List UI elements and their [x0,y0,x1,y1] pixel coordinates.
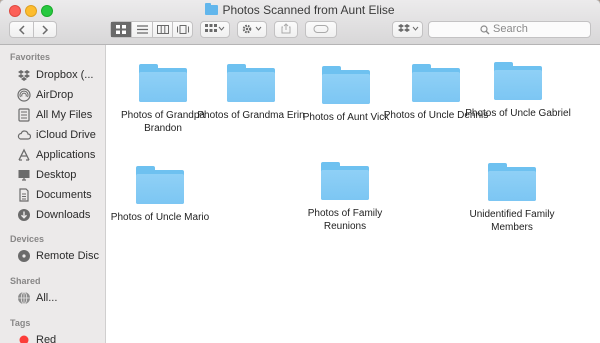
sidebar-item-label: Desktop [36,169,77,181]
folder-icon [494,62,542,100]
sidebar-item-label: AirDrop [36,89,74,101]
icon-view-button[interactable] [111,22,132,37]
gallery-view-button[interactable] [173,22,192,37]
window-title: Photos Scanned from Aunt Elise [0,3,600,17]
sidebar-item-icloud-drive[interactable]: iCloud Drive [17,126,106,144]
folder-item[interactable]: Photos of Grandma Erin [196,64,306,122]
folder-item[interactable]: Photos of Uncle Gabriel [463,62,573,120]
sidebar-item-dropbox[interactable]: Dropbox (... [17,66,106,84]
sidebar-item-label: Dropbox (... [36,69,94,81]
sidebar-item-downloads[interactable]: Downloads [17,206,106,224]
sidebar-item-applications[interactable]: Applications [17,146,106,164]
columns-icon [156,25,169,34]
applications-icon [18,148,30,161]
folder-icon [321,162,369,200]
airdrop-icon [17,88,31,102]
downloads-icon [18,209,30,221]
folder-name: Photos of Uncle Mario [110,212,210,223]
folder-name: Photos of Family Reunions [307,208,383,232]
folder-name: Photos of Uncle Gabriel [465,108,571,119]
cloud-icon [17,130,31,140]
view-mode-control [110,21,193,38]
sidebar-item-shared-all[interactable]: All... [17,289,106,307]
desktop-icon [18,170,30,181]
sidebar-item-label: All My Files [36,109,93,121]
folder-item[interactable]: Photos of Family Reunions [290,162,400,233]
toolbar: Photos Scanned from Aunt Elise Search [0,0,600,45]
chevron-left-icon [18,25,25,35]
dropbox-icon [397,24,418,32]
sidebar-item-tag-red[interactable]: Red [17,331,106,343]
cover-flow-icon [176,25,189,34]
sidebar-item-label: Red [36,334,57,343]
sidebar-heading-shared: Shared [10,276,41,286]
tags-button[interactable] [305,21,337,38]
folder-icon [205,3,219,15]
column-view-button[interactable] [153,22,173,37]
window-title-text: Photos Scanned from Aunt Elise [222,3,395,17]
sidebar-heading-devices: Devices [10,234,45,244]
sidebar-heading-tags: Tags [10,318,31,328]
sidebar-item-airdrop[interactable]: AirDrop [17,86,106,104]
dropbox-icon [18,70,30,81]
search-field[interactable]: Search [428,21,591,38]
sidebar: Favorites Dropbox (... AirDrop All My Fi… [0,45,106,343]
grid-icon [116,25,126,34]
share-icon [281,23,291,34]
back-forward-control [9,21,57,38]
network-icon [18,291,30,305]
folder-name: Unidentified Family Members [469,209,555,233]
sidebar-item-label: iCloud Drive [36,129,96,141]
sidebar-item-label: Applications [36,149,96,161]
share-button[interactable] [274,21,298,38]
list-icon [136,25,148,34]
arrange-grid-icon [205,24,225,32]
folder-item[interactable]: Unidentified Family Members [457,163,567,234]
sidebar-item-desktop[interactable]: Desktop [17,166,106,184]
folder-icon [139,64,187,102]
sidebar-item-label: Documents [36,189,92,201]
folder-name: Photos of Grandma Erin [197,110,305,121]
documents-icon [19,188,29,202]
sidebar-item-label: Downloads [36,209,91,221]
gear-icon [242,24,262,34]
folder-icon [488,163,536,201]
back-button[interactable] [10,22,34,37]
sidebar-item-all-my-files[interactable]: All My Files [17,106,106,124]
sidebar-item-remote-disc[interactable]: Remote Disc [17,247,106,265]
tag-icon [313,25,329,33]
folder-icon [136,166,184,204]
folder-icon [322,66,370,104]
sidebar-item-label: All... [36,292,58,304]
dropbox-button[interactable] [392,21,423,38]
folder-icon [412,64,460,102]
file-browser: Photos of Grandpa Brandon Photos of Gran… [107,45,600,343]
arrange-button[interactable] [200,21,230,38]
search-icon [480,25,490,35]
finder-window: Photos Scanned from Aunt Elise Search Fa… [0,0,600,343]
action-button[interactable] [237,21,267,38]
red-tag-dot-icon [19,335,29,343]
list-view-button[interactable] [132,22,153,37]
forward-button[interactable] [34,22,56,37]
all-files-icon [18,108,30,122]
disc-icon [18,250,30,262]
folder-icon [227,64,275,102]
folder-item[interactable]: Photos of Uncle Mario [105,166,215,224]
chevron-right-icon [42,25,49,35]
sidebar-item-label: Remote Disc [36,250,99,262]
search-placeholder: Search [493,23,528,35]
sidebar-item-documents[interactable]: Documents [17,186,106,204]
sidebar-heading-favorites: Favorites [10,52,51,62]
